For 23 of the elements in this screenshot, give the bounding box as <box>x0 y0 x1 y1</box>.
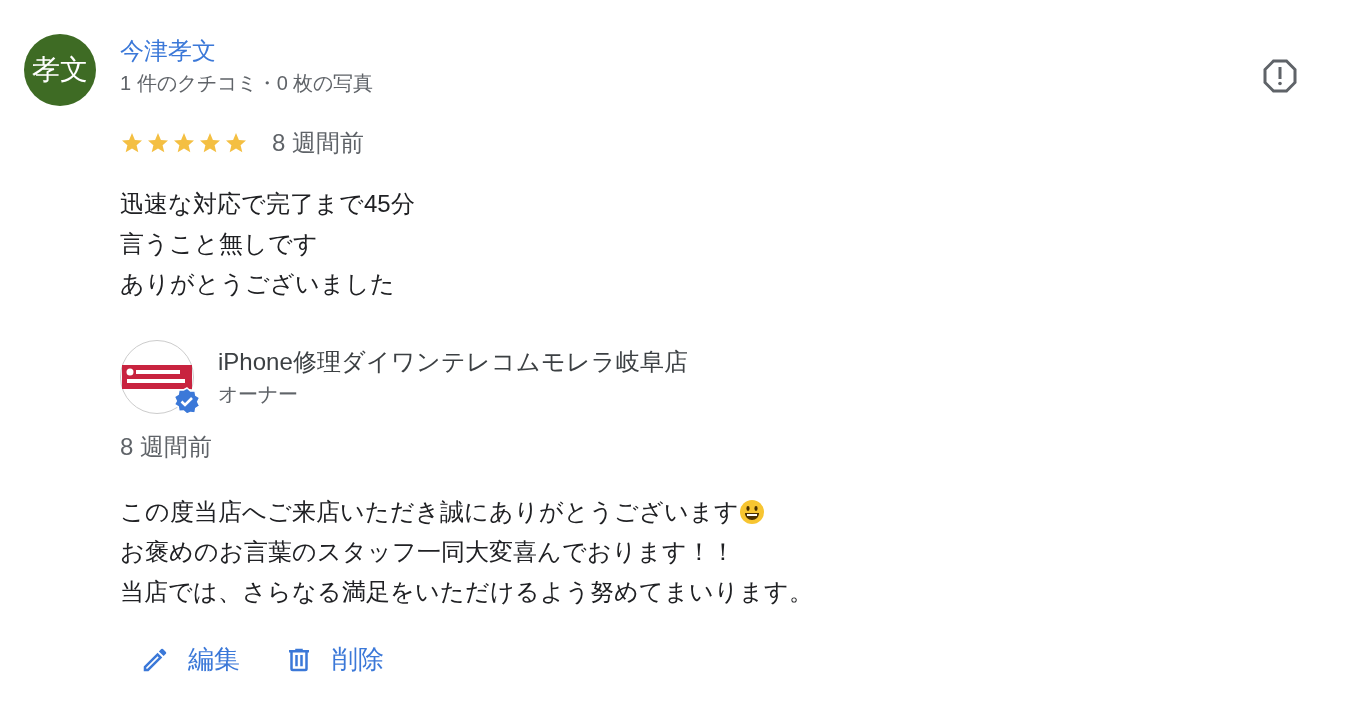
review-time: 8 週間前 <box>272 128 364 158</box>
review-text: 言うこと無しです <box>120 229 319 259</box>
star-icon <box>120 131 144 155</box>
author-name[interactable]: 今津孝文 <box>120 37 216 64</box>
author-meta: 1 件のクチコミ・0 枚の写真 <box>120 71 374 96</box>
star-icon <box>172 131 196 155</box>
smiley-icon <box>739 499 765 525</box>
delete-button[interactable]: 削除 <box>280 638 388 681</box>
review-text: ありがとうございました <box>120 269 396 299</box>
owner-name: iPhone修理ダイワンテレコムモレラ岐阜店 <box>218 347 688 377</box>
logo-drawing <box>122 365 192 389</box>
review-text: 迅速な対応で完了まで45分 <box>120 189 416 219</box>
reply-time: 8 週間前 <box>120 432 213 462</box>
reply-text: お褒めのお言葉のスタッフ一同大変喜んでおります！！ <box>120 537 735 567</box>
star-icon <box>198 131 222 155</box>
reply-text: 当店では、さらなる満足をいただけるよう努めてまいります。 <box>120 577 813 607</box>
owner-role: オーナー <box>218 382 299 407</box>
star-icon <box>146 131 170 155</box>
star-icon <box>224 131 248 155</box>
avatar[interactable]: 孝文 <box>24 34 96 106</box>
edit-button[interactable]: 編集 <box>136 638 244 681</box>
report-icon[interactable] <box>1262 58 1298 94</box>
reply-text: この度当店へご来店いただき誠にありがとうございます <box>120 497 739 527</box>
